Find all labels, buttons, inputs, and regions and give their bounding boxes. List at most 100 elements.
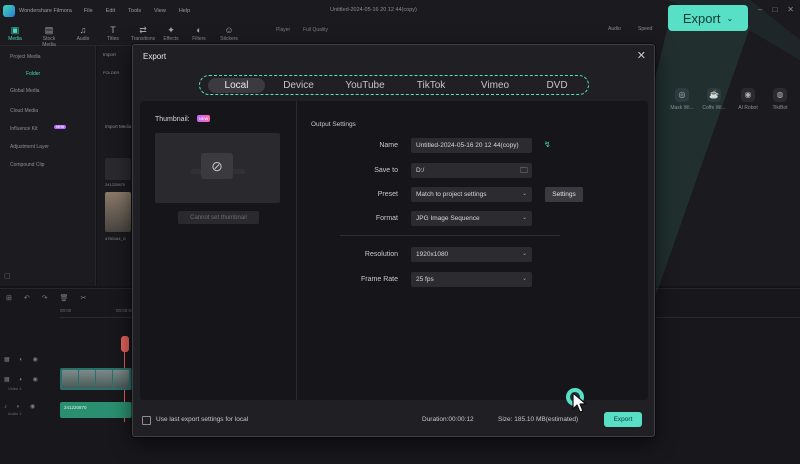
thumbnail-pane: Thumbnail: NEW ⊘ Cannot set thumbnail	[140, 101, 297, 400]
format-row: Format JPG Image Sequence ⌄	[306, 211, 636, 227]
tab-vimeo[interactable]: Vimeo	[464, 78, 526, 93]
import-button[interactable]: Import	[103, 52, 116, 57]
tab-audio[interactable]: Audio	[608, 26, 621, 32]
preset-label: Preset	[377, 191, 398, 198]
menu-edit[interactable]: Edit	[106, 8, 115, 14]
save-to-row: Save to D:/ 🗀	[306, 163, 636, 179]
media-clip-label: 241220870	[105, 182, 126, 187]
media-icon: ▣	[10, 25, 20, 35]
track-controls-3[interactable]: ♪ ◐ ◉	[4, 403, 39, 410]
minimize-icon[interactable]: –	[758, 5, 762, 14]
export-dialog: Export ✕ Local Device YouTube TikTok Vim…	[132, 44, 655, 437]
save-to-input[interactable]: D:/ 🗀	[411, 163, 532, 178]
preset-row: Preset Match to project settings ⌄ Setti…	[306, 187, 636, 203]
frame-rate-row: Frame Rate 25 fps ⌄	[306, 272, 636, 288]
toolbar-stickers[interactable]: ☺ Stickers	[216, 24, 242, 42]
frame-rate-select[interactable]: 25 fps ⌄	[411, 272, 532, 287]
ai-rename-icon[interactable]: ↯	[544, 140, 551, 149]
tikibot-item[interactable]: ◍ TikiBot	[768, 88, 792, 111]
player-label: Player	[276, 27, 291, 33]
size-readout: Size: 185.10 MB(estimated)	[498, 416, 579, 423]
menu-help[interactable]: Help	[179, 8, 190, 14]
menu-view[interactable]: View	[154, 8, 166, 14]
export-target-tabs: Local Device YouTube TikTok Vimeo DVD	[199, 75, 589, 95]
name-label: Name	[379, 142, 398, 149]
track-controls-2[interactable]: ▦ ◐ ◉	[4, 376, 42, 383]
name-input[interactable]: Untitled-2024-05-16 20 12 44(copy)	[411, 138, 532, 153]
chevron-down-icon: ⌄	[521, 191, 527, 197]
influence-new-badge: NEW	[54, 125, 67, 129]
undo-icon[interactable]: ↶	[24, 294, 30, 302]
toolbar-stock-media[interactable]: ▤ Stock Media	[36, 24, 62, 48]
sidebar-item-compound-clip[interactable]: Compound Clip	[10, 162, 44, 168]
filters-icon: ◐	[196, 25, 202, 35]
toolbar-titles[interactable]: T Titles	[100, 24, 126, 42]
menu-file[interactable]: File	[84, 8, 93, 14]
resolution-select[interactable]: 1920x1080 ⌄	[411, 247, 532, 262]
toolbar-filters[interactable]: ◐ Filters	[186, 24, 212, 42]
thumbnail-preview: ⊘	[155, 133, 280, 203]
tab-tiktok[interactable]: TikTok	[398, 78, 464, 93]
dialog-title: Export	[143, 52, 167, 61]
save-to-label: Save to	[374, 167, 398, 174]
sidebar-item-global-media[interactable]: Global Media	[10, 88, 39, 94]
menu-tools[interactable]: Tools	[128, 8, 141, 14]
toolbar-effects[interactable]: ✦ Effects	[158, 24, 184, 42]
import-media-label[interactable]: Import Media	[105, 124, 131, 129]
resolution-row: Resolution 1920x1080 ⌄	[306, 247, 636, 263]
sidebar-item-cloud-media[interactable]: Cloud Media	[10, 108, 38, 114]
robot-icon: ◉	[741, 88, 755, 102]
menu-bar: File Edit Tools View Help	[84, 8, 190, 14]
thumbnail-label: Thumbnail:	[155, 116, 190, 123]
video-clip[interactable]	[60, 368, 132, 390]
toolbar-transitions[interactable]: ⇄ Transitions	[130, 24, 156, 42]
new-folder-icon[interactable]: ▢	[4, 272, 11, 280]
media-clip-label-2: 4750164_G	[105, 236, 126, 241]
sidebar-item-folder[interactable]: Folder	[26, 71, 40, 77]
mask-icon: ◎	[675, 88, 689, 102]
tab-dvd[interactable]: DVD	[526, 78, 588, 93]
mask-effect-item[interactable]: ◎ Mask Wi...	[670, 88, 694, 111]
playhead[interactable]	[121, 336, 129, 352]
toolbar-media[interactable]: ▣ Media	[2, 24, 28, 42]
media-clip-thumbnail[interactable]	[105, 158, 131, 180]
stock-media-icon: ▤	[44, 25, 54, 35]
export-callout-button[interactable]: Export ⌄	[668, 5, 748, 31]
settings-button[interactable]: Settings	[545, 187, 583, 202]
sidebar-item-project-media[interactable]: Project Media	[10, 54, 41, 60]
audio-clip-label: 241220870	[64, 405, 87, 410]
coffee-effect-item[interactable]: ☕ Coffe Wi...	[702, 88, 726, 111]
ai-robot-item[interactable]: ◉ AI Robot	[736, 88, 760, 111]
format-select[interactable]: JPG Image Sequence ⌄	[411, 211, 532, 226]
tab-youtube[interactable]: YouTube	[332, 78, 398, 93]
folder-icon[interactable]: 🗀	[520, 165, 528, 178]
transitions-icon: ⇄	[139, 25, 147, 35]
select-tool-icon[interactable]: ⊞	[6, 294, 12, 302]
chevron-down-icon: ⌄	[521, 215, 527, 221]
tab-speed[interactable]: Speed	[638, 26, 652, 32]
preset-select[interactable]: Match to project settings ⌄	[411, 187, 532, 202]
window-close-icon[interactable]: ✕	[787, 5, 794, 14]
track-controls-1[interactable]: ▦ ◐ ◉	[4, 356, 42, 363]
export-callout-label: Export	[682, 10, 721, 26]
chevron-down-icon: ⌄	[726, 13, 734, 23]
redo-icon[interactable]: ↷	[42, 294, 48, 302]
sidebar-item-adjustment-layer[interactable]: Adjustment Layer	[10, 144, 49, 150]
use-last-settings-checkbox[interactable]	[142, 416, 151, 425]
titles-icon: T	[110, 25, 116, 35]
sidebar-item-influence-kit[interactable]: Influence Kit	[10, 126, 38, 132]
tab-device[interactable]: Device	[265, 78, 332, 93]
toolbar-audio[interactable]: ♫ Audio	[70, 24, 96, 42]
media-clip-thumbnail-2[interactable]	[105, 192, 131, 232]
use-last-settings-label[interactable]: Use last export settings for local	[156, 416, 248, 423]
cut-icon[interactable]: ✂	[81, 294, 87, 302]
no-thumbnail-icon: ⊘	[211, 157, 223, 174]
close-icon[interactable]: ✕	[637, 49, 646, 62]
video-track-name: Video 1	[8, 386, 22, 391]
maximize-icon[interactable]: □	[772, 5, 777, 14]
export-button[interactable]: Export	[604, 412, 642, 427]
quality-dropdown[interactable]: Full Quality	[303, 27, 328, 33]
delete-icon[interactable]: 🗑	[60, 294, 69, 302]
tab-local[interactable]: Local	[208, 77, 265, 93]
frame-rate-label: Frame Rate	[361, 276, 398, 283]
